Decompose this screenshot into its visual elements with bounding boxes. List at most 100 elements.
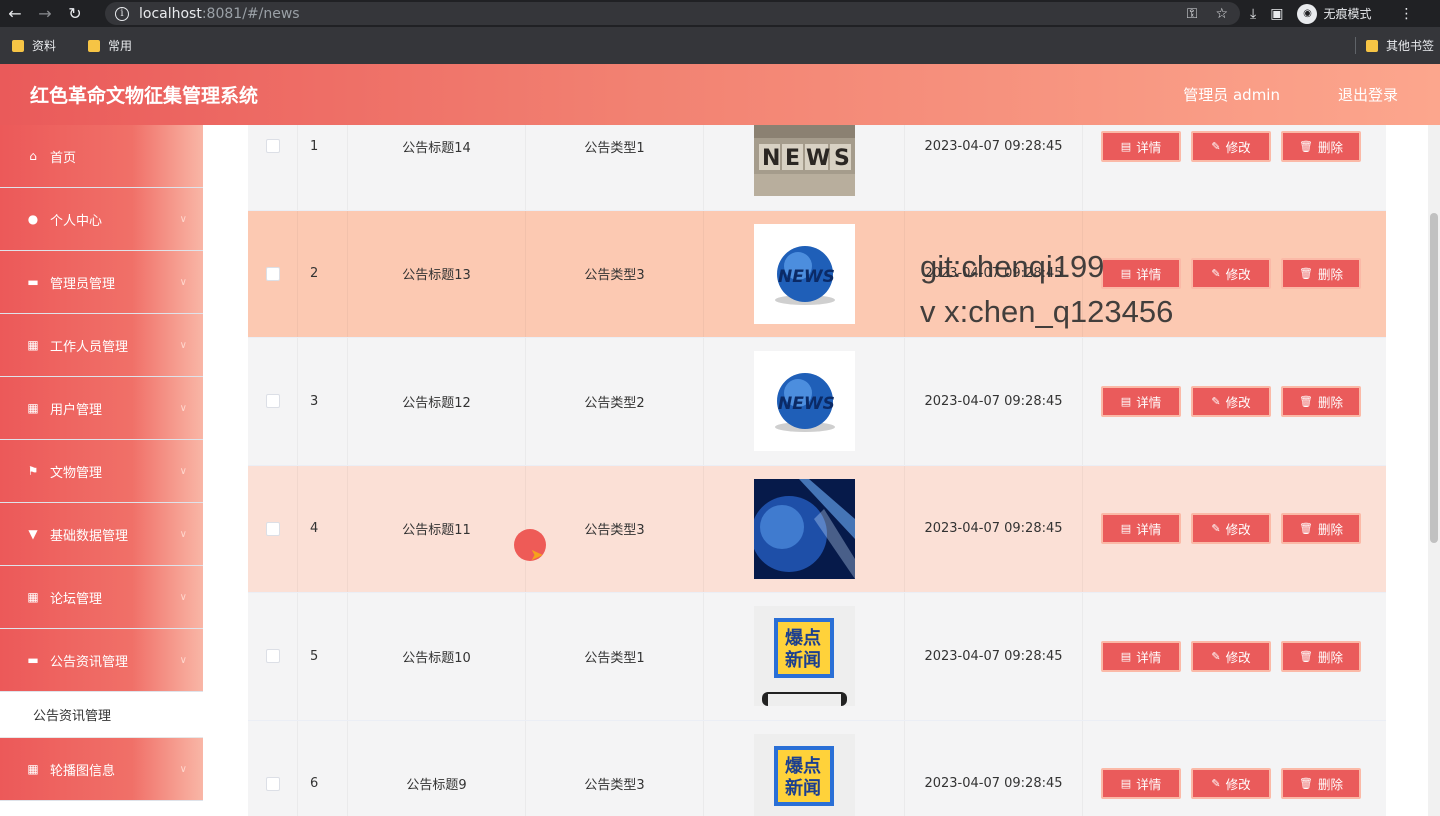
- document-icon: ▤: [1120, 777, 1132, 791]
- logout-button[interactable]: 退出登录: [1338, 84, 1398, 105]
- bookmark-folder-ziliao[interactable]: 资料: [12, 37, 56, 54]
- sidebar-item-news[interactable]: ▬ 公告资讯管理 ∨: [0, 629, 203, 692]
- row-checkbox[interactable]: [265, 394, 280, 409]
- sidebar-item-staff[interactable]: ▦ 工作人员管理 ∨: [0, 314, 203, 377]
- row-type: 公告类型3: [526, 720, 704, 816]
- edit-button[interactable]: ✎ 修改: [1191, 640, 1271, 672]
- delete-button[interactable]: 🗑 删除: [1281, 768, 1361, 800]
- sidebar-item-forum[interactable]: ▦ 论坛管理 ∨: [0, 566, 203, 629]
- detail-button[interactable]: ▤ 详情: [1101, 130, 1181, 162]
- chevron-down-icon: ∨: [179, 654, 187, 666]
- row-type: 公告类型3: [526, 210, 704, 337]
- row-type: 公告类型1: [526, 125, 704, 210]
- back-icon[interactable]: ←: [0, 0, 30, 27]
- detail-button[interactable]: ▤ 详情: [1101, 513, 1181, 545]
- user-icon: ●: [27, 212, 39, 226]
- sidebar-subitem-news-manage[interactable]: 公告资讯管理: [0, 692, 203, 738]
- scrollbar-thumb[interactable]: [1430, 213, 1438, 543]
- delete-button[interactable]: 🗑 删除: [1281, 640, 1361, 672]
- svg-text:NEWS: NEWS: [778, 267, 835, 287]
- edit-button[interactable]: ✎ 修改: [1191, 513, 1271, 545]
- edit-icon: ✎: [1211, 267, 1221, 281]
- edit-button[interactable]: ✎ 修改: [1191, 130, 1271, 162]
- svg-text:N: N: [762, 146, 780, 171]
- sidebar-item-label: 基础数据管理: [50, 528, 129, 544]
- sidebar-item-profile[interactable]: ● 个人中心 ∨: [0, 188, 203, 251]
- row-type: 公告类型2: [526, 338, 704, 465]
- table-row: 4 公告标题11 公告类型3 2023-04-07 09:28:45 ▤ 详情 ✎: [248, 465, 1386, 593]
- sidebar-item-admins[interactable]: ▬ 管理员管理 ∨: [0, 251, 203, 314]
- row-checkbox[interactable]: [265, 521, 280, 536]
- row-title: 公告标题14: [348, 125, 526, 210]
- trash-icon: 🗑: [1299, 522, 1313, 536]
- row-index: 1: [298, 125, 348, 210]
- watermark-line-2: v x:chen_q123456: [920, 294, 1174, 329]
- sidebar-item-relics[interactable]: ⚑ 文物管理 ∨: [0, 440, 203, 503]
- browser-toolbar: ← → ↻ i localhost:8081/#/news ⚿ ☆ ⤓ ▣ ◉ …: [0, 0, 1440, 27]
- sidebar-item-label: 首页: [50, 150, 77, 166]
- menu-kebab-icon[interactable]: ⋮: [1399, 6, 1413, 22]
- bookmark-folder-changyong[interactable]: 常用: [88, 37, 132, 54]
- edit-icon: ✎: [1211, 522, 1221, 536]
- detail-button[interactable]: ▤ 详情: [1101, 385, 1181, 417]
- download-icon[interactable]: ⤓: [1250, 6, 1256, 22]
- edit-button[interactable]: ✎ 修改: [1191, 258, 1271, 290]
- row-title: 公告标题9: [348, 720, 526, 816]
- detail-button[interactable]: ▤ 详情: [1101, 768, 1181, 800]
- site-info-icon[interactable]: i: [115, 6, 129, 21]
- incognito-label: 无痕模式: [1323, 7, 1372, 21]
- edit-button[interactable]: ✎ 修改: [1191, 768, 1271, 800]
- row-checkbox[interactable]: [265, 266, 280, 281]
- vertical-scrollbar[interactable]: [1428, 125, 1440, 816]
- sidebar-item-users[interactable]: ▦ 用户管理 ∨: [0, 377, 203, 440]
- edit-button[interactable]: ✎ 修改: [1191, 385, 1271, 417]
- news-thumbnail: N E W S: [753, 125, 855, 197]
- incognito-indicator[interactable]: ◉ 无痕模式: [1297, 3, 1372, 24]
- row-type: 公告类型3: [526, 465, 704, 592]
- row-title: 公告标题12: [348, 338, 526, 465]
- row-checkbox[interactable]: [265, 776, 280, 791]
- delete-button[interactable]: 🗑 删除: [1281, 130, 1361, 162]
- row-checkbox[interactable]: [265, 139, 280, 154]
- delete-button[interactable]: 🗑 删除: [1281, 385, 1361, 417]
- bookmarks-bar: 资料 常用 其他书签: [0, 27, 1440, 64]
- key-icon[interactable]: ⚿: [1187, 6, 1198, 22]
- row-checkbox[interactable]: [265, 649, 280, 664]
- sidebar-item-label: 用户管理: [50, 402, 103, 418]
- delete-button[interactable]: 🗑 删除: [1281, 258, 1361, 290]
- sidebar-item-home[interactable]: ⌂ 首页: [0, 125, 203, 188]
- mouse-cursor-icon: ➤: [530, 545, 544, 564]
- table-row: 6 公告标题9 公告类型3 爆点 新闻 2023-04-07 09:28:45: [248, 720, 1386, 816]
- app-title: 红色革命文物征集管理系统: [30, 85, 259, 107]
- briefcase-icon: ▬: [27, 275, 39, 289]
- row-time: 2023-04-07 09:28:45: [905, 338, 1083, 465]
- delete-button[interactable]: 🗑 删除: [1281, 513, 1361, 545]
- side-panel-icon[interactable]: ▣: [1270, 6, 1283, 22]
- table-row: 5 公告标题10 公告类型1 爆点 新闻 2023-04-07 09:28:45…: [248, 593, 1386, 721]
- address-bar[interactable]: i localhost:8081/#/news ⚿ ☆: [105, 2, 1240, 25]
- news-thumbnail: 爆点 新闻: [753, 733, 855, 816]
- news-thumbnail: NEWS: [753, 223, 855, 324]
- other-bookmarks[interactable]: 其他书签: [1354, 37, 1434, 54]
- sidebar-item-label: 轮播图信息: [50, 763, 116, 779]
- detail-button[interactable]: ▤ 详情: [1101, 640, 1181, 672]
- edit-icon: ✎: [1211, 777, 1221, 791]
- trash-icon: 🗑: [1299, 394, 1313, 408]
- folder-icon: [12, 39, 24, 52]
- grid-icon: ▦: [27, 401, 39, 415]
- row-title: 公告标题11: [348, 465, 526, 592]
- row-index: 4: [298, 465, 348, 592]
- chevron-down-icon: ∨: [179, 402, 187, 414]
- forward-icon[interactable]: →: [30, 0, 60, 27]
- sidebar-item-carousel[interactable]: ▦ 轮播图信息 ∨: [0, 738, 203, 801]
- sidebar: ⌂ 首页 ● 个人中心 ∨ ▬ 管理员管理 ∨ ▦ 工作人员管理 ∨ ▦ 用户管…: [0, 125, 207, 816]
- row-time: 2023-04-07 09:28:45: [905, 465, 1083, 592]
- grid-icon: ▦: [27, 338, 39, 352]
- reload-icon[interactable]: ↻: [60, 0, 90, 27]
- chevron-down-icon: ∨: [179, 763, 187, 775]
- chevron-down-icon: ∨: [179, 339, 187, 351]
- star-icon[interactable]: ☆: [1215, 6, 1228, 22]
- trash-icon: 🗑: [1299, 267, 1313, 281]
- sidebar-item-basic-data[interactable]: ▼ 基础数据管理 ∨: [0, 503, 203, 566]
- folder-icon: [88, 39, 101, 52]
